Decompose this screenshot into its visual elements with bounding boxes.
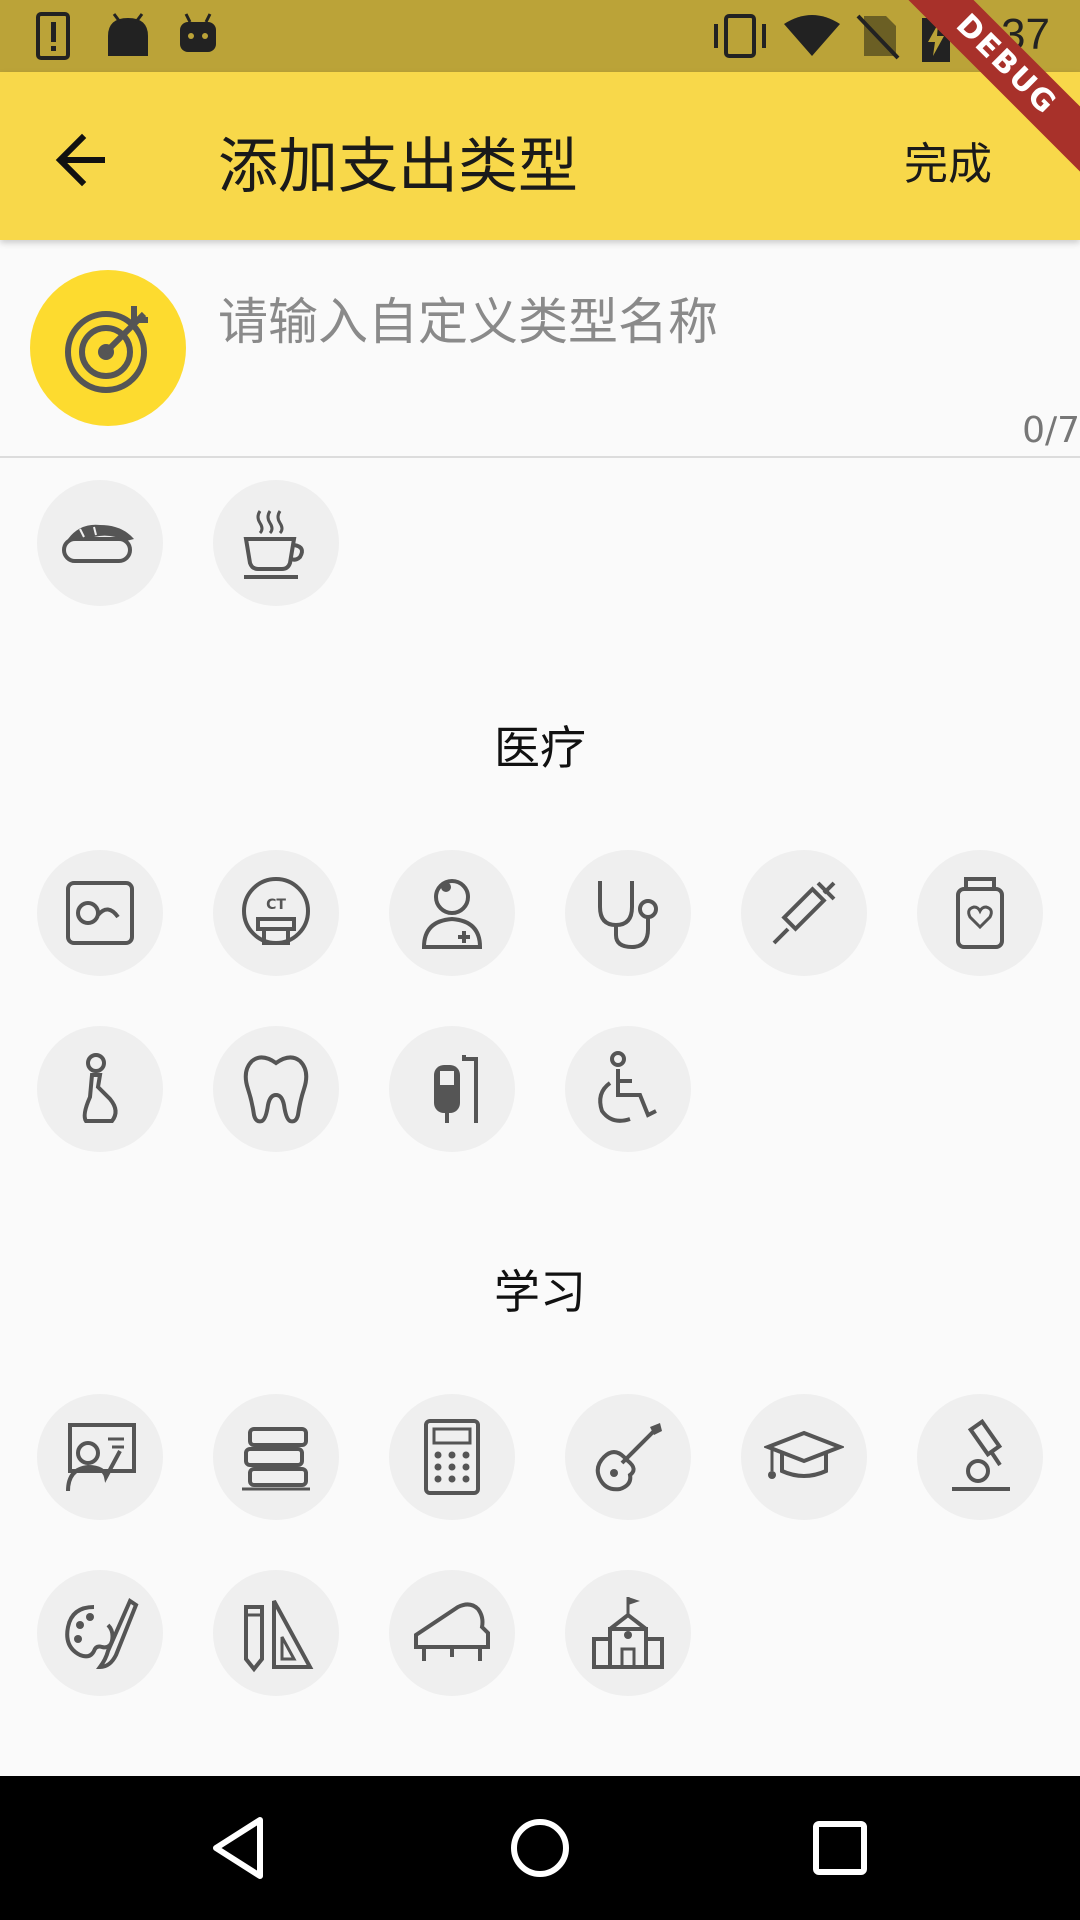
category-option[interactable] [741, 850, 867, 976]
wifi-icon [784, 15, 840, 56]
iv-drip-icon [434, 1055, 478, 1123]
stethoscope-icon [598, 881, 658, 950]
category-option[interactable] [37, 1394, 163, 1520]
icon-row [0, 480, 1080, 608]
android-robot-icon [180, 13, 216, 52]
graduation-cap-icon [764, 1430, 844, 1479]
icon-row [0, 1026, 1080, 1154]
category-option[interactable] [37, 1570, 163, 1696]
vibrate-icon [714, 14, 766, 58]
sushi-icon [62, 524, 134, 563]
system-nav-bar [0, 1776, 1080, 1920]
category-option[interactable] [213, 1026, 339, 1152]
target-icon [65, 306, 148, 393]
category-option[interactable] [213, 480, 339, 606]
category-option[interactable] [389, 1570, 515, 1696]
category-option[interactable] [565, 1026, 691, 1152]
category-option[interactable]: CT [213, 850, 339, 976]
category-option[interactable] [565, 850, 691, 976]
microscope-icon [952, 1418, 1010, 1491]
teacher-icon [66, 1423, 136, 1492]
category-option[interactable] [917, 1394, 1043, 1520]
category-option[interactable] [37, 1026, 163, 1152]
category-option[interactable] [213, 1394, 339, 1520]
type-name-input[interactable]: 请输入自定义类型名称 [218, 282, 718, 354]
medicine-bottle-icon [956, 877, 1004, 949]
android-icon [108, 13, 148, 56]
section-title-study: 学习 [494, 1265, 586, 1319]
done-button[interactable]: 完成 [904, 128, 992, 192]
icon-row [0, 1394, 1080, 1522]
category-option[interactable] [37, 850, 163, 976]
section-title-medical: 医疗 [494, 721, 586, 775]
nav-back-button[interactable] [190, 1798, 290, 1898]
piano-icon [414, 1602, 490, 1661]
category-option[interactable] [213, 1570, 339, 1696]
calculator-icon [424, 1419, 480, 1495]
arrow-back-icon [55, 133, 105, 187]
status-bar: 2:37 [0, 0, 1080, 72]
guitar-icon [595, 1423, 662, 1492]
icon-row [0, 1570, 1080, 1698]
ct-scan-icon: CT [242, 877, 310, 945]
wheelchair-icon [598, 1051, 657, 1123]
icon-row: CT [0, 850, 1080, 978]
ruler-pencil-icon [244, 1600, 314, 1673]
category-option[interactable] [565, 1570, 691, 1696]
selected-category-icon[interactable] [30, 270, 186, 426]
doctor-icon [421, 879, 483, 949]
category-option[interactable] [389, 1026, 515, 1152]
pregnant-icon [82, 1053, 118, 1123]
alert-icon [36, 12, 70, 60]
category-option[interactable] [37, 480, 163, 606]
category-option[interactable] [917, 850, 1043, 976]
tooth-icon [243, 1055, 309, 1124]
svg-text:CT: CT [266, 897, 286, 913]
school-icon [592, 1597, 664, 1669]
category-option[interactable] [389, 850, 515, 976]
books-icon [242, 1427, 310, 1491]
app-bar: 添加支出类型 完成 [0, 72, 1080, 240]
category-option[interactable] [741, 1394, 867, 1520]
nav-recents-button[interactable] [790, 1798, 890, 1898]
category-option[interactable] [565, 1394, 691, 1520]
syringe-icon [772, 881, 836, 945]
back-triangle-icon [213, 1817, 263, 1879]
back-button[interactable] [40, 116, 128, 204]
home-circle-icon [511, 1819, 569, 1877]
palette-icon [65, 1598, 139, 1670]
ultrasound-icon [66, 881, 134, 945]
recents-square-icon [813, 1821, 867, 1875]
char-counter: 0/7 [1022, 410, 1080, 451]
type-name-row: 请输入自定义类型名称 0/7 [0, 240, 1080, 458]
hot-drink-icon [243, 510, 304, 579]
nav-home-button[interactable] [490, 1798, 590, 1898]
page-title: 添加支出类型 [218, 132, 578, 202]
no-sim-icon [856, 14, 900, 60]
category-option[interactable] [389, 1394, 515, 1520]
